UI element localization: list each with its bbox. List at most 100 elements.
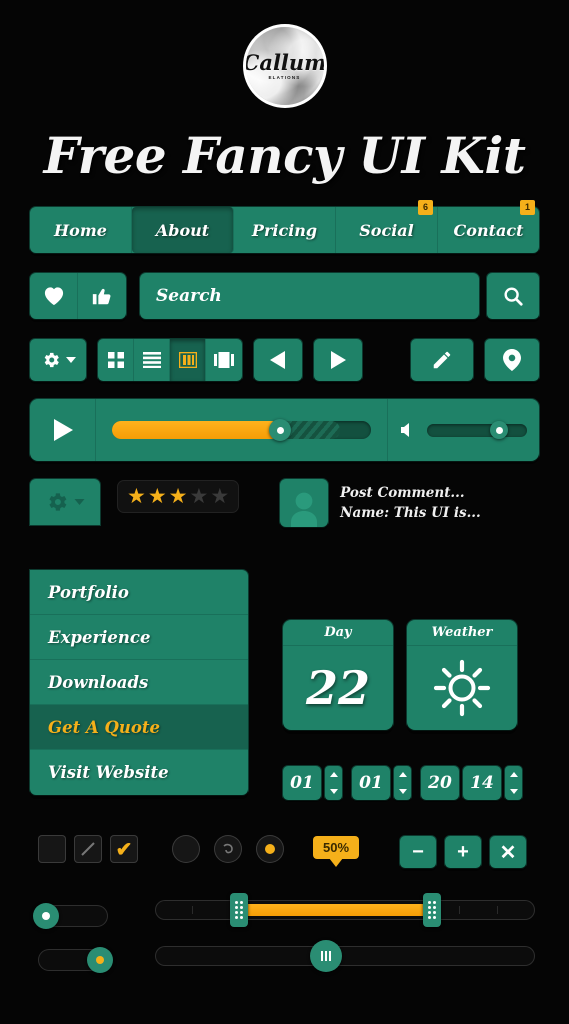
chevron-down-icon[interactable] [398,789,407,794]
nav-label: About [155,220,210,240]
gallery-view-icon [214,352,234,368]
search-group [140,273,539,319]
thumbs-up-icon [91,285,113,307]
radio-partial[interactable] [214,835,242,863]
slider-group [155,893,535,992]
grip-icon [428,901,437,919]
search-button[interactable] [487,273,539,319]
dropdown-menu: Portfolio Experience Downloads Get A Quo… [30,570,248,795]
star-rating[interactable]: ★ ★ ★ ★ ★ [118,481,239,512]
date-steppers: 01 01 20 14 [283,766,528,800]
nav-item-about[interactable]: About [132,207,234,253]
nav-item-home[interactable]: Home [30,207,132,253]
star-icon[interactable]: ★ [127,486,146,507]
comment-line-1: Post Comment... [340,485,465,501]
list-view-button[interactable] [134,339,170,381]
check-icon: ✔ [115,838,133,861]
main-navigation: Home About Pricing Social 6 Contact 1 [30,200,539,253]
menu-item-get-a-quote[interactable]: Get A Quote [30,705,248,750]
checkbox-empty[interactable] [38,835,66,863]
nav-label: Home [54,220,107,240]
single-slider[interactable] [155,940,535,972]
avatar[interactable] [280,479,329,527]
progress-slider[interactable] [112,419,371,441]
radio-empty[interactable] [172,835,200,863]
menu-item-portfolio[interactable]: Portfolio [30,570,248,615]
star-icon[interactable]: ★ [189,486,208,507]
chevron-up-icon[interactable] [509,772,518,777]
stepper-spinner-1[interactable] [325,766,342,800]
page-title: Free Fancy UI Kit [43,126,526,185]
range-slider[interactable] [155,893,535,927]
ui-kit-page: Callum ELATIONS Free Fancy UI Kit Home A… [0,0,569,1024]
toggle-knob[interactable] [33,903,60,929]
gallery-view-button[interactable] [206,339,242,381]
logo-badge: Callum ELATIONS [242,24,327,108]
stepper-value-4[interactable]: 14 [463,766,501,800]
widgets-row: Day 22 Weather [283,620,517,730]
menu-item-experience[interactable]: Experience [30,615,248,660]
range-handle-end[interactable] [423,893,442,927]
menu-item-downloads[interactable]: Downloads [30,660,248,705]
chevron-down-icon[interactable] [509,789,518,794]
comment-line-2: Name: This UI is... [340,505,481,522]
nav-item-social[interactable]: Social 6 [336,200,438,253]
stepper-value-3[interactable]: 20 [421,766,459,800]
toggle-off[interactable] [33,903,108,929]
search-input[interactable] [140,273,479,319]
toggle-knob[interactable] [86,947,113,973]
media-player [30,399,539,461]
chevron-up-icon[interactable] [398,772,407,777]
close-icon: ✕ [499,841,517,864]
star-icon[interactable]: ★ [148,486,167,507]
day-widget-body: 22 [283,646,393,730]
chevron-down-icon [65,356,76,364]
radio-checked[interactable] [256,835,284,863]
menu-item-visit-website[interactable]: Visit Website [30,750,248,795]
star-icon[interactable]: ★ [169,486,188,507]
column-view-button[interactable] [170,339,206,381]
volume-container [387,399,539,461]
checkbox-checked[interactable]: ✔ [110,835,138,863]
plus-button[interactable]: + [445,836,481,868]
heart-button[interactable] [30,273,78,319]
nav-item-contact[interactable]: Contact 1 [438,200,539,253]
view-switcher-group [98,339,242,381]
chevron-up-icon[interactable] [329,772,338,777]
dot-icon [265,844,275,854]
thumbs-up-button[interactable] [78,273,126,319]
close-button[interactable]: ✕ [490,836,526,868]
location-button[interactable] [485,339,539,381]
logo-container: Callum ELATIONS [0,0,569,108]
minus-button[interactable]: − [400,836,436,868]
single-slider-handle[interactable] [310,940,342,972]
edit-button[interactable] [411,339,473,381]
nav-item-pricing[interactable]: Pricing [234,207,336,253]
stepper-value-2[interactable]: 01 [352,766,390,800]
search-icon [502,285,524,307]
volume-knob[interactable] [490,421,508,439]
stepper-spinner-3[interactable] [505,766,522,800]
checkbox-partial[interactable] [74,835,102,863]
menu-label: Downloads [48,672,149,692]
weather-widget[interactable]: Weather [407,620,517,730]
settings-dropdown-button[interactable] [30,339,86,381]
previous-button[interactable] [254,339,302,381]
nav-label: Pricing [251,220,318,240]
dropdown-toggle-button[interactable] [30,479,100,525]
chevron-down-icon[interactable] [329,789,338,794]
volume-slider[interactable] [427,421,527,439]
arrow-left-icon [270,351,286,369]
play-button[interactable] [30,399,96,461]
stepper-value-1[interactable]: 01 [283,766,321,800]
progress-knob[interactable] [269,419,292,441]
stepper-spinner-2[interactable] [394,766,411,800]
day-widget[interactable]: Day 22 [283,620,393,730]
range-handle-start[interactable] [229,893,248,927]
sun-icon [433,659,491,717]
star-icon[interactable]: ★ [210,486,229,507]
grid-view-button[interactable] [98,339,134,381]
toggle-on[interactable] [38,947,113,973]
column-view-icon [178,352,197,368]
next-button[interactable] [314,339,362,381]
